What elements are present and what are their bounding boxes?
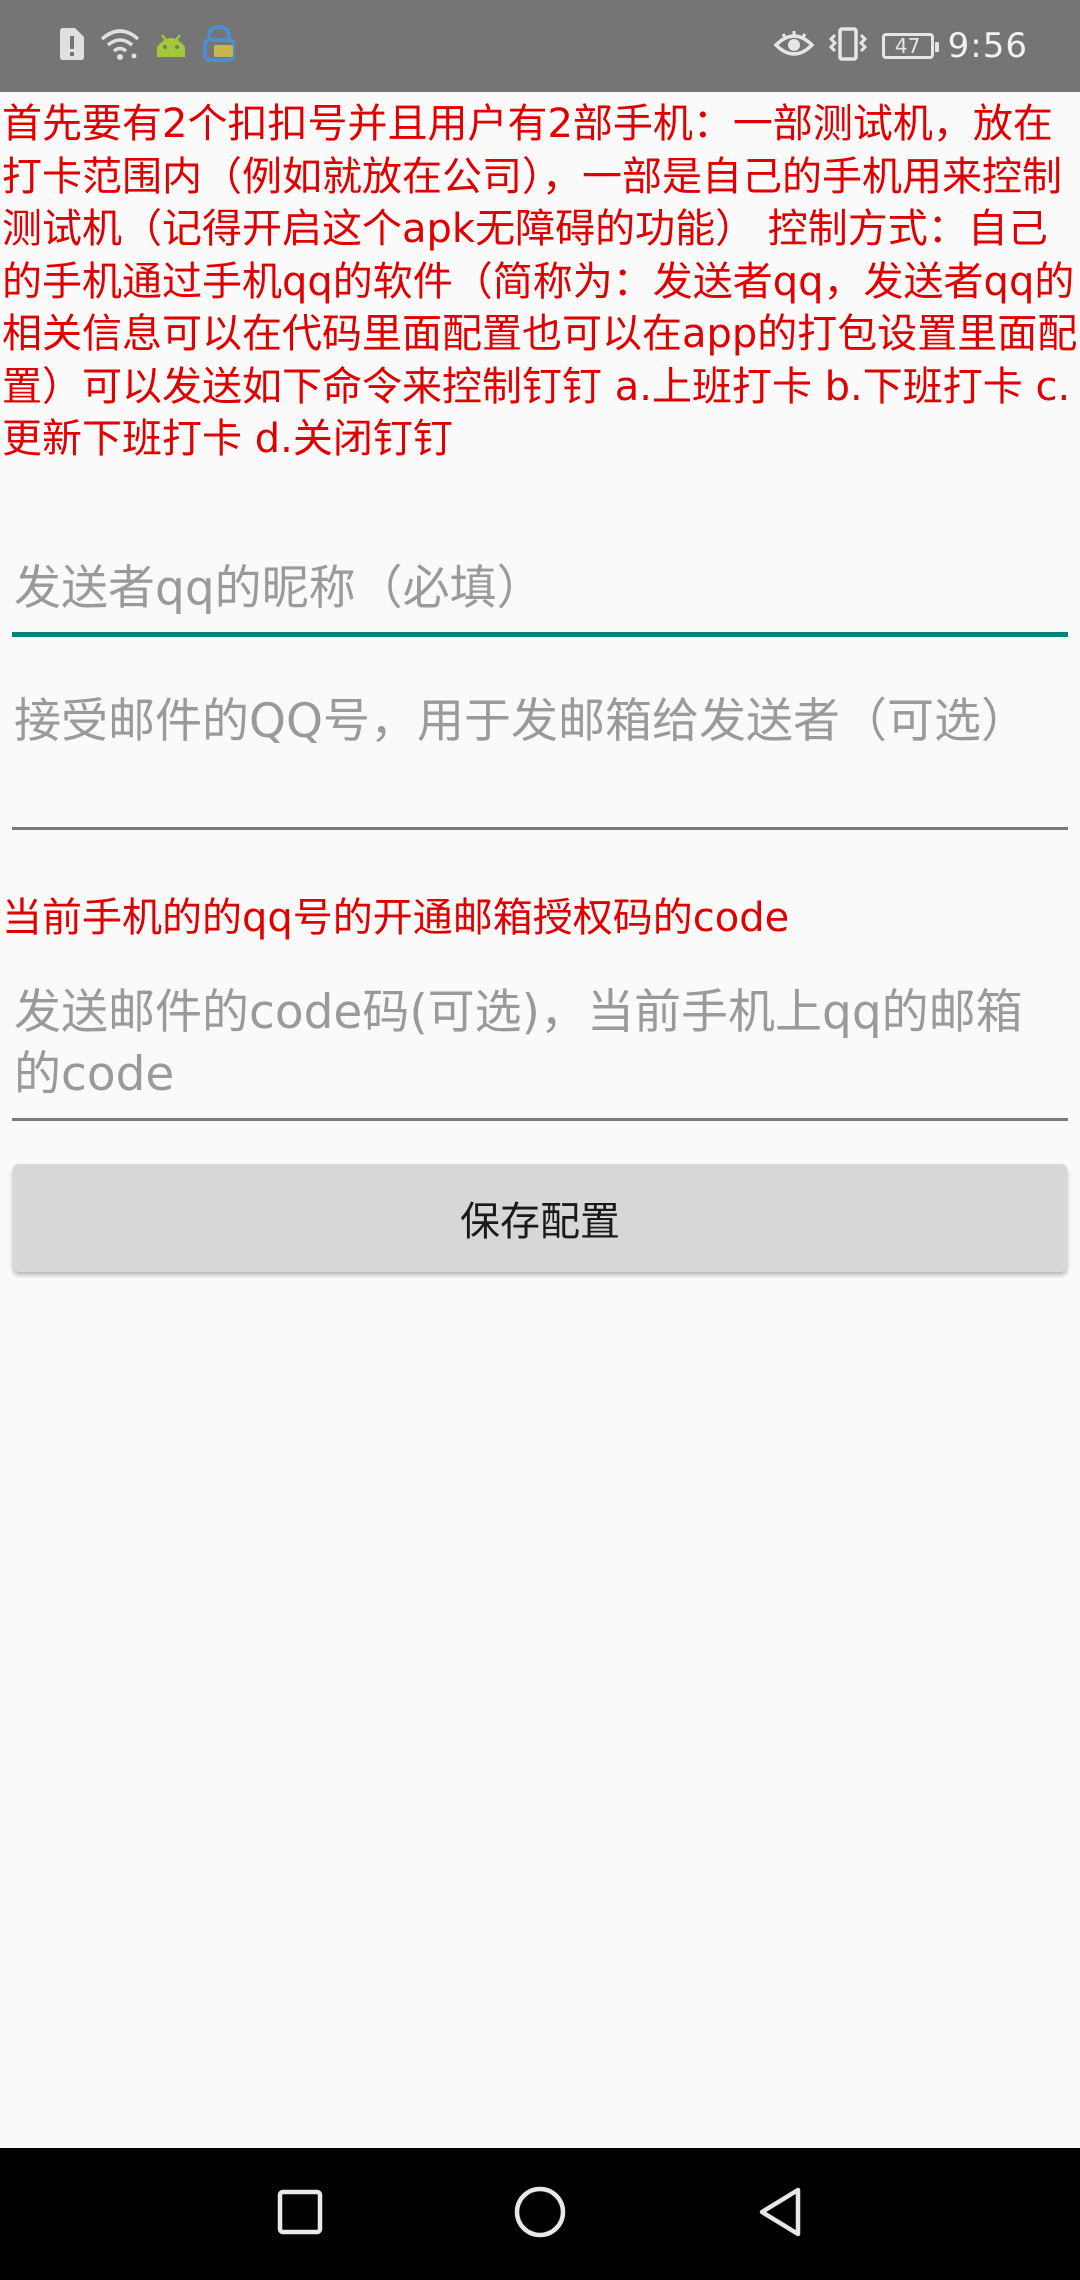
- navigation-bar: [0, 2148, 1080, 2280]
- status-bar: 47 9:56: [0, 0, 1080, 92]
- email-code-input[interactable]: [12, 980, 1068, 1110]
- back-triangle-icon: [756, 2186, 804, 2242]
- vpn-lock-icon: [202, 25, 236, 67]
- save-config-button[interactable]: 保存配置: [13, 1164, 1067, 1272]
- battery-icon: 47: [881, 33, 939, 59]
- main-content: 首先要有2个扣扣号并且用户有2部手机：一部测试机，放在打卡范围内（例如就放在公司…: [0, 92, 1080, 2148]
- sender-nickname-input[interactable]: [12, 547, 1068, 629]
- sender-nickname-field[interactable]: [12, 547, 1068, 637]
- eye-icon: [773, 29, 815, 63]
- clock: 9:56: [947, 26, 1028, 66]
- home-circle-icon: [513, 2185, 567, 2243]
- receiver-qq-input[interactable]: [12, 687, 1068, 819]
- home-button[interactable]: [510, 2184, 570, 2244]
- status-right-icons: 47 9:56: [773, 24, 1028, 68]
- recents-button[interactable]: [270, 2184, 330, 2244]
- email-code-label: 当前手机的的qq号的开通邮箱授权码的code: [2, 895, 790, 941]
- back-button[interactable]: [750, 2184, 810, 2244]
- status-left-icons: [58, 24, 236, 68]
- android-icon: [154, 29, 188, 63]
- receiver-qq-field[interactable]: [12, 687, 1068, 830]
- alert-icon: [58, 27, 86, 65]
- email-code-field[interactable]: [12, 980, 1068, 1121]
- instructions-text: 首先要有2个扣扣号并且用户有2部手机：一部测试机，放在打卡范围内（例如就放在公司…: [2, 101, 1078, 462]
- recents-square-icon: [276, 2188, 324, 2240]
- wifi-icon: [100, 27, 140, 65]
- vibrate-icon: [828, 27, 868, 65]
